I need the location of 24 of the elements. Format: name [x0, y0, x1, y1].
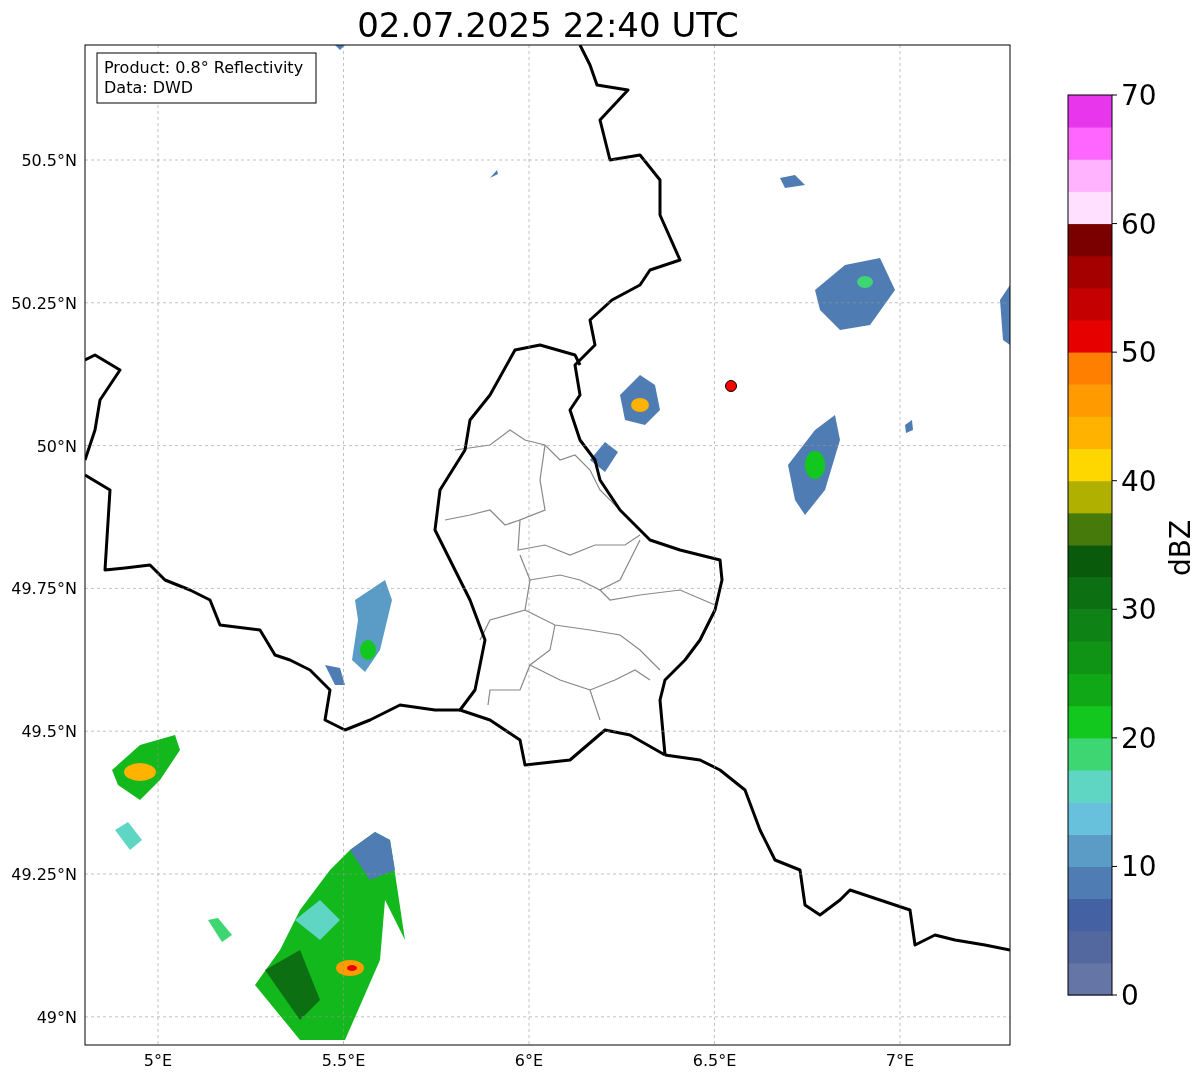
axis-tick-label: 5.5°E — [321, 1051, 366, 1070]
axis-tick-label: 5°E — [143, 1051, 173, 1070]
colorbar-tick-label: 50 — [1121, 336, 1157, 370]
chart-title: 02.07.2025 22:40 UTC — [357, 5, 739, 45]
colorbar-tick-label: 60 — [1121, 207, 1157, 241]
axis-tick-label: 50.25°N — [11, 293, 77, 313]
colorbar-label: dBZ — [1164, 519, 1197, 577]
colorbar-tick-label: 40 — [1121, 464, 1157, 498]
axis-tick-label: 7°E — [885, 1051, 915, 1070]
axis-tick-label: 50°N — [36, 436, 77, 456]
axis-tick-label: 6°E — [514, 1051, 544, 1070]
colorbar-tick-label: 10 — [1121, 850, 1157, 884]
colorbar-tick-label: 30 — [1121, 593, 1157, 627]
axis-tick-label: 50.5°N — [21, 151, 77, 170]
axis-tick-label: 49.75°N — [11, 579, 77, 599]
axis-tick-label: 49°N — [36, 1007, 77, 1027]
axis-tick-label: 49.5°N — [21, 722, 77, 742]
colorbar-tick-label: 0 — [1121, 979, 1139, 1012]
legend-text: Data: DWD — [104, 78, 194, 97]
axis-tick-label: 6.5°E — [692, 1051, 737, 1070]
axis-tick-label: 49.25°N — [11, 865, 77, 884]
colorbar-tick-label: 20 — [1121, 721, 1157, 755]
colorbar-tick-label: 70 — [1121, 79, 1157, 112]
legend-text: Product: 0.8° Reflectivity — [104, 58, 304, 77]
